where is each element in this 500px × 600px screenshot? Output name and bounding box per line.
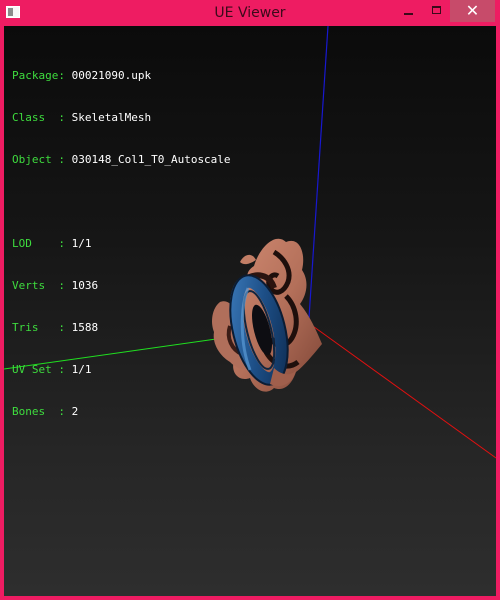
info-package-row: Package: 00021090.upk [12, 69, 231, 83]
info-label: Class : [12, 111, 65, 124]
info-label: Tris : [12, 321, 65, 334]
x-axis-line [309, 323, 496, 459]
maximize-button[interactable] [424, 0, 450, 22]
info-uvset-row: UV Set : 1/1 [12, 363, 231, 377]
info-lod-row: LOD : 1/1 [12, 237, 231, 251]
info-tris-row: Tris : 1588 [12, 321, 231, 335]
title-bar[interactable]: UE Viewer ✕ [0, 0, 500, 26]
close-button[interactable]: ✕ [450, 0, 495, 22]
3d-viewport[interactable]: Package: 00021090.upk Class : SkeletalMe… [4, 26, 496, 596]
info-value: 1036 [71, 279, 99, 292]
info-label: Package: [12, 69, 65, 82]
info-class-row: Class : SkeletalMesh [12, 111, 231, 125]
info-value: SkeletalMesh [71, 111, 152, 124]
info-value: 00021090.upk [71, 69, 152, 82]
info-value: 030148_Col1_T0_Autoscale [71, 153, 231, 166]
info-label: UV Set : [12, 363, 65, 376]
mesh-info-panel: Package: 00021090.upk Class : SkeletalMe… [12, 41, 231, 447]
info-verts-row: Verts : 1036 [12, 279, 231, 293]
info-value: 1/1 [71, 363, 92, 376]
close-icon: ✕ [465, 1, 480, 20]
info-object-row: Object : 030148_Col1_T0_Autoscale [12, 153, 231, 167]
info-label: Verts : [12, 279, 65, 292]
z-axis-line [308, 26, 329, 319]
info-value: 1/1 [71, 237, 92, 250]
info-label: LOD : [12, 237, 65, 250]
maximize-icon [432, 6, 441, 14]
ue-viewer-window: UE Viewer ✕ Package: 00021090.upk Class … [0, 0, 500, 600]
info-label: Object : [12, 153, 65, 166]
info-value: 2 [71, 405, 79, 418]
info-label: Bones : [12, 405, 65, 418]
info-bones-row: Bones : 2 [12, 405, 231, 419]
minimize-button[interactable] [396, 0, 422, 22]
minimize-icon [404, 13, 413, 15]
info-value: 1588 [71, 321, 99, 334]
